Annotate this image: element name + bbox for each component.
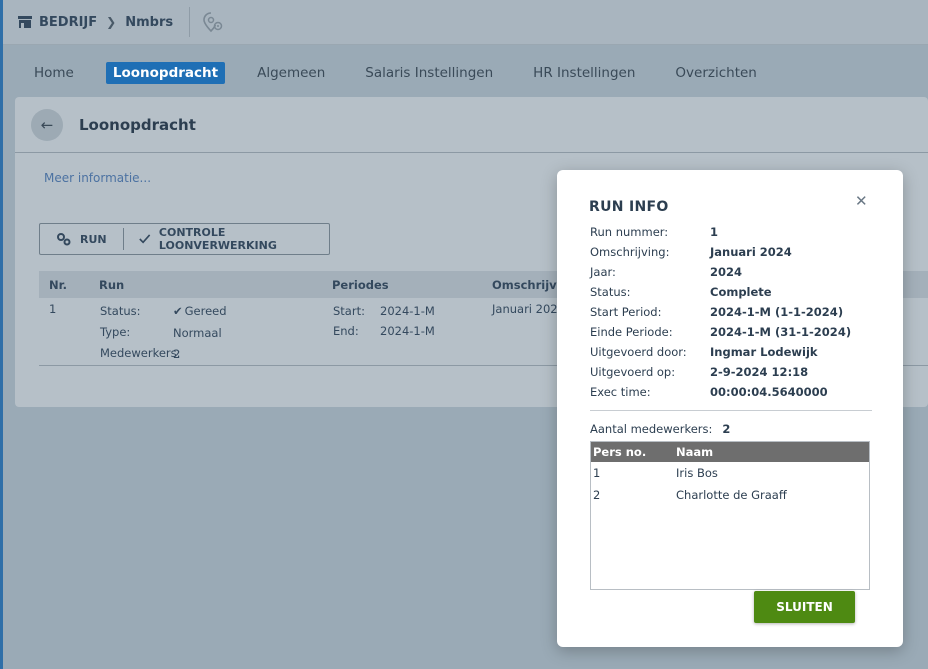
info-row-uitgevoerd-door: Uitgevoerd door: Ingmar Lodewijk [590,345,880,361]
info-row-exec-time: Exec time: 00:00:04.5640000 [590,385,880,401]
start-label: Start: [333,304,365,318]
pers-no: 2 [593,488,601,502]
breadcrumb-current[interactable]: Nmbrs [125,15,173,30]
page-title: Loonopdracht [79,115,196,134]
col-pers-no: Pers no. [593,445,647,459]
info-value: 2024 [710,265,743,279]
info-value: 00:00:04.5640000 [710,385,828,399]
employee-count-label: Aantal medewerkers: [590,422,713,436]
check-icon: ✔ [173,304,183,318]
action-bar: RUN CONTROLE LOONVERWERKING [39,223,330,255]
controle-button-label: CONTROLE LOONVERWERKING [158,226,277,252]
info-value: 2024-1-M (1-1-2024) [710,305,844,319]
employee-table: Pers no. Naam 1 Iris Bos 2 Charlotte de … [590,441,870,590]
location-settings-icon[interactable] [202,11,224,33]
info-row-einde-periode: Einde Periode: 2024-1-M (31-1-2024) [590,325,880,341]
breadcrumb: BEDRIJF ❯ Nmbrs [17,15,173,30]
medewerkers-label: Medewerkers: [100,346,181,360]
table-row[interactable]: 2 Charlotte de Graaff [591,484,869,506]
info-value: Ingmar Lodewijk [710,345,818,359]
panel-header: ← Loonopdracht [15,97,928,153]
left-rail [0,0,3,669]
store-icon [18,16,32,28]
info-label: Run nummer: [590,225,669,239]
gears-icon [57,233,71,246]
info-row-run-nummer: Run nummer: 1 [590,225,880,241]
info-value: 1 [710,225,719,239]
chevron-right-icon: ❯ [106,15,117,29]
info-row-uitgevoerd-op: Uitgevoerd op: 2-9-2024 12:18 [590,365,880,381]
back-button[interactable]: ← [31,108,63,141]
tab-salaris-instellingen[interactable]: Salaris Instellingen [357,62,501,84]
end-label: End: [333,324,359,338]
start-value: 2024-1-M [380,304,435,318]
info-label: Status: [590,285,631,299]
tab-loonopdracht[interactable]: Loonopdracht [105,62,226,84]
employee-table-header: Pers no. Naam [591,442,869,462]
divider [189,7,191,37]
naam: Iris Bos [676,466,718,480]
info-label: Jaar: [590,265,616,279]
info-row-status: Status: Complete [590,285,880,301]
check-icon [139,234,151,244]
row-nr: 1 [49,302,57,316]
info-row-jaar: Jaar: 2024 [590,265,880,281]
col-nr: Nr. [49,278,68,292]
modal-title: RUN INFO [589,199,669,215]
pers-no: 1 [593,466,601,480]
status-text: Gereed [184,304,227,318]
employee-count: Aantal medewerkers: 2 [590,422,730,436]
omschrijving-value: Januari 2024 [492,302,565,316]
medewerkers-value: 2 [173,347,181,361]
info-label: Uitgevoerd op: [590,365,676,379]
sluiten-button[interactable]: SLUITEN [754,591,855,623]
status-value: ✔ Gereed [173,304,227,318]
tab-algemeen[interactable]: Algemeen [249,62,333,84]
info-value: 2-9-2024 12:18 [710,365,809,379]
col-run: Run [99,278,125,292]
info-label: Omschrijving: [590,245,670,259]
info-label: Uitgevoerd door: [590,345,687,359]
run-button-label: RUN [80,232,107,246]
info-label: Start Period: [590,305,662,319]
arrow-left-icon: ← [40,115,54,134]
type-value: Normaal [173,326,222,340]
tab-bar: Home Loonopdracht Algemeen Salaris Inste… [3,58,789,88]
info-label: Einde Periode: [590,325,673,339]
run-button[interactable]: RUN [40,224,123,254]
col-naam: Naam [676,445,714,459]
info-row-start-period: Start Period: 2024-1-M (1-1-2024) [590,305,880,321]
info-label: Exec time: [590,385,651,399]
close-icon[interactable]: ✕ [855,192,868,210]
info-value: 2024-1-M (31-1-2024) [710,325,852,339]
col-periodes: Periodes [332,278,389,292]
tab-home[interactable]: Home [26,62,82,84]
end-value: 2024-1-M [380,324,435,338]
naam: Charlotte de Graaff [676,488,787,502]
table-row[interactable]: 1 Iris Bos [591,462,869,484]
employee-count-value: 2 [722,422,731,436]
tab-hr-instellingen[interactable]: HR Instellingen [525,62,643,84]
divider [590,410,872,411]
status-label: Status: [100,304,141,318]
tab-overzichten[interactable]: Overzichten [667,62,764,84]
breadcrumb-company[interactable]: BEDRIJF [39,15,97,30]
info-row-omschrijving: Omschrijving: Januari 2024 [590,245,880,261]
run-info-modal: RUN INFO ✕ Run nummer: 1 Omschrijving: J… [557,170,903,647]
type-label: Type: [100,325,131,339]
info-value: Januari 2024 [710,245,792,259]
top-bar: BEDRIJF ❯ Nmbrs [3,0,928,45]
info-value: Complete [710,285,772,299]
more-info-link[interactable]: Meer informatie... [44,171,151,185]
controle-loonverwerking-button[interactable]: CONTROLE LOONVERWERKING [123,224,329,254]
